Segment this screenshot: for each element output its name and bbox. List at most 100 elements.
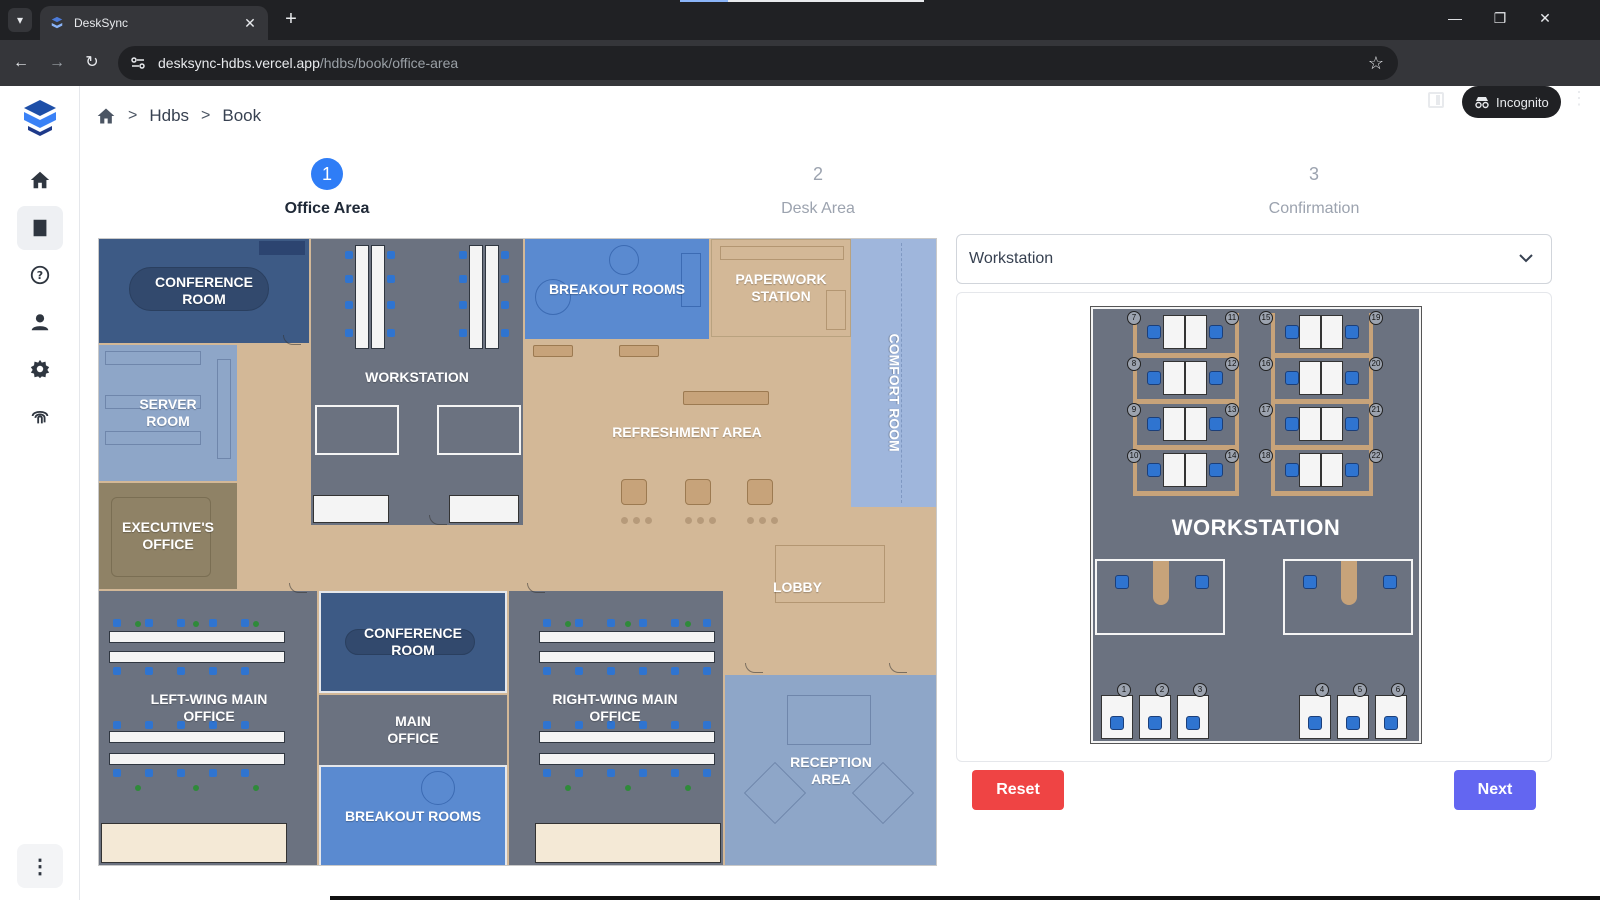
desk-number[interactable]: 10 <box>1127 449 1141 463</box>
bookmark-star-icon[interactable]: ☆ <box>1368 53 1384 74</box>
desksync-logo[interactable] <box>20 98 60 138</box>
sidebar-item-help[interactable]: ? <box>17 253 63 297</box>
sidebar-item-book[interactable] <box>17 206 63 250</box>
l-desk[interactable] <box>1283 559 1413 635</box>
room-label: CONFERENCE ROOM <box>154 274 253 307</box>
fingerprint-icon <box>31 410 49 424</box>
desk-number[interactable]: 21 <box>1369 403 1383 417</box>
desk-number[interactable]: 18 <box>1259 449 1273 463</box>
room-paperwork[interactable]: PAPERWORK STATION <box>711 239 851 337</box>
breadcrumb-book[interactable]: Book <box>222 106 261 126</box>
step-number: 1 <box>311 158 343 190</box>
step-label: Confirmation <box>1268 200 1360 217</box>
room-conference-top[interactable]: CONFERENCE ROOM <box>99 239 309 343</box>
next-button[interactable]: Next <box>1454 770 1536 810</box>
room-label: CONFERENCE ROOM <box>363 625 462 658</box>
chevron-right-icon: > <box>201 107 211 124</box>
sidebar-item-profile[interactable] <box>17 300 63 344</box>
desk-number[interactable]: 7 <box>1127 311 1141 325</box>
desk-number[interactable]: 12 <box>1225 357 1239 371</box>
area-preview-card: 7 8 9 10 11 12 13 14 15 16 17 18 19 20 2… <box>956 292 1552 762</box>
incognito-icon <box>1475 97 1489 109</box>
desk-number[interactable]: 17 <box>1259 403 1273 417</box>
desk-number[interactable]: 5 <box>1353 683 1367 697</box>
desk-number[interactable]: 2 <box>1155 683 1169 697</box>
desk-number[interactable]: 4 <box>1315 683 1329 697</box>
desk-number[interactable]: 1 <box>1117 683 1131 697</box>
room-left-wing[interactable]: LEFT-WING MAIN OFFICE <box>99 591 317 865</box>
area-select[interactable]: Workstation <box>956 234 1552 284</box>
desk-number[interactable]: 11 <box>1225 311 1239 325</box>
minimize-icon[interactable]: — <box>1445 10 1465 26</box>
room-lobby[interactable]: LOBBY <box>723 525 936 673</box>
room-comfort[interactable]: COMFORT ROOM <box>851 239 936 507</box>
area-select-value: Workstation <box>969 250 1054 267</box>
sidebar-item-fingerprint[interactable] <box>17 394 63 438</box>
desk-number[interactable]: 6 <box>1391 683 1405 697</box>
tab-search-icon[interactable]: ▾ <box>8 8 32 32</box>
restore-icon[interactable]: ❐ <box>1490 10 1510 27</box>
sidebar-item-settings[interactable] <box>17 347 63 391</box>
sidebar-item-home[interactable] <box>17 158 63 202</box>
desk-number[interactable]: 8 <box>1127 357 1141 371</box>
room-breakout-top[interactable]: BREAKOUT ROOMS <box>525 239 709 339</box>
room-label: REFRESHMENT AREA <box>612 423 762 440</box>
chevron-down-icon <box>1519 254 1533 263</box>
room-workstation[interactable]: WORKSTATION <box>311 239 523 525</box>
room-server[interactable]: SERVER ROOM <box>99 345 237 481</box>
app-sidebar: ? ⋮ <box>0 86 80 900</box>
room-right-wing[interactable]: RIGHT-WING MAIN OFFICE <box>509 591 723 865</box>
browser-tab[interactable]: DeskSync ✕ <box>40 6 268 40</box>
l-desk[interactable] <box>1095 559 1225 635</box>
desk-number[interactable]: 15 <box>1259 311 1273 325</box>
new-tab-icon[interactable]: + <box>280 9 302 31</box>
room-label: COMFORT ROOM <box>886 333 903 452</box>
desksync-favicon-icon <box>51 16 63 29</box>
room-refreshment[interactable]: REFRESHMENT AREA <box>525 339 849 525</box>
breadcrumb-home-icon[interactable] <box>96 106 116 126</box>
help-icon: ? <box>30 265 50 285</box>
reload-icon[interactable]: ↻ <box>81 52 103 74</box>
room-executive[interactable]: EXECUTIVE'S OFFICE <box>99 483 237 589</box>
loading-indicator <box>680 0 728 2</box>
url-host: desksync-hdbs.vercel.app <box>158 55 320 71</box>
browser-menu-icon[interactable]: ⋮ <box>1570 88 1588 109</box>
room-label: RIGHT-WING MAIN OFFICE <box>552 691 678 724</box>
sidebar-more-icon[interactable]: ⋮ <box>17 844 63 888</box>
tab-close-icon[interactable]: ✕ <box>242 15 258 32</box>
room-label: BREAKOUT ROOMS <box>344 807 482 824</box>
step-office-area[interactable]: 1 Office Area <box>227 158 427 218</box>
desk-number[interactable]: 22 <box>1369 449 1383 463</box>
incognito-badge[interactable]: Incognito <box>1462 86 1561 118</box>
step-desk-area[interactable]: 2 Desk Area <box>718 158 918 218</box>
room-label: SERVER ROOM <box>139 396 197 429</box>
desk-number[interactable]: 13 <box>1225 403 1239 417</box>
desk-number[interactable]: 9 <box>1127 403 1141 417</box>
address-bar[interactable]: desksync-hdbs.vercel.app/hdbs/book/offic… <box>118 46 1398 80</box>
room-breakout-bottom[interactable]: BREAKOUT ROOMS <box>319 765 507 865</box>
desk-number[interactable]: 20 <box>1369 357 1383 371</box>
side-panel-icon[interactable] <box>1428 92 1444 108</box>
svg-text:?: ? <box>37 269 43 282</box>
tab-title: DeskSync <box>74 16 129 30</box>
browser-toolbar: ← → ↻ desksync-hdbs.vercel.app/hdbs/book… <box>0 40 1600 118</box>
desk-number[interactable]: 16 <box>1259 357 1273 371</box>
back-icon[interactable]: ← <box>10 52 32 74</box>
reset-button[interactable]: Reset <box>972 770 1064 810</box>
breadcrumb-hdbs[interactable]: Hdbs <box>149 106 189 126</box>
step-label: Desk Area <box>781 200 855 217</box>
room-conference-mid[interactable]: CONFERENCE ROOM <box>319 591 507 693</box>
gear-icon <box>30 359 50 379</box>
desk-number[interactable]: 3 <box>1193 683 1207 697</box>
room-reception[interactable]: RECEPTION AREA <box>725 675 936 865</box>
close-window-icon[interactable]: ✕ <box>1535 10 1555 27</box>
forward-icon[interactable]: → <box>46 52 68 74</box>
desk-number[interactable]: 19 <box>1369 311 1383 325</box>
room-label: BREAKOUT ROOMS <box>548 280 686 297</box>
step-confirmation[interactable]: 3 Confirmation <box>1214 158 1414 218</box>
desk-number[interactable]: 14 <box>1225 449 1239 463</box>
room-main-office[interactable]: MAIN OFFICE <box>319 695 507 765</box>
user-icon <box>31 314 49 331</box>
room-label: RECEPTION AREA <box>790 754 872 787</box>
site-info-icon[interactable] <box>130 55 146 71</box>
